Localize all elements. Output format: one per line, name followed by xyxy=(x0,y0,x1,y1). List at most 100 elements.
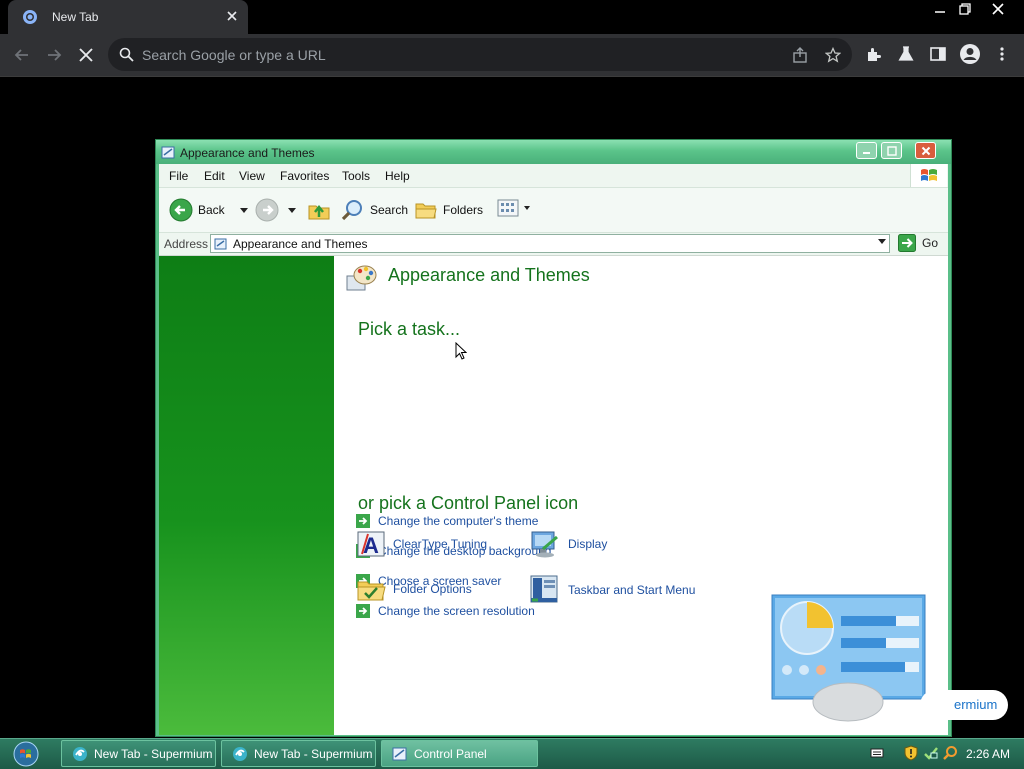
control-panel-title-icon xyxy=(161,145,176,160)
folders-icon xyxy=(414,198,438,222)
bookmark-star-icon[interactable] xyxy=(825,47,841,63)
folder-options-item[interactable]: Folder Options xyxy=(356,574,472,604)
task-label: Change the computer's theme xyxy=(378,514,539,528)
browser-tab[interactable]: New Tab xyxy=(8,0,248,34)
search-label: Search xyxy=(370,203,409,217)
task-arrow-icon xyxy=(356,514,370,528)
task-arrow-icon xyxy=(356,604,370,618)
views-dropdown-icon xyxy=(524,206,530,210)
taskbar-clock: 2:26 AM xyxy=(966,747,1011,761)
mouse-cursor-icon xyxy=(455,342,467,360)
browser-popup[interactable]: ermium xyxy=(920,690,1008,720)
security-shield-tray-icon[interactable] xyxy=(904,745,918,761)
address-value: Appearance and Themes xyxy=(233,237,368,251)
extensions-icon[interactable] xyxy=(865,45,883,63)
windows-logo-icon xyxy=(910,164,947,187)
forward-arrow-gray-icon xyxy=(255,198,279,222)
labs-flask-icon[interactable] xyxy=(897,45,915,63)
share-icon[interactable] xyxy=(792,47,808,63)
forward-button[interactable] xyxy=(255,198,296,222)
back-arrow-icon[interactable] xyxy=(12,45,32,65)
browser-close-button[interactable] xyxy=(983,0,1013,18)
up-folder-icon xyxy=(307,198,331,222)
cleartype-icon: A xyxy=(356,529,386,559)
cleartype-tuning-item[interactable]: A ClearType Tuning xyxy=(356,529,487,559)
supermium-icon xyxy=(72,746,88,762)
omnibox[interactable]: Search Google or type a URL xyxy=(108,38,852,71)
search-tray-icon[interactable] xyxy=(942,745,958,761)
magnifier-icon xyxy=(341,198,365,222)
or-pick-heading: or pick a Control Panel icon xyxy=(358,493,579,513)
omnibox-placeholder: Search Google or type a URL xyxy=(142,47,326,63)
up-folder-button[interactable] xyxy=(307,198,331,222)
stop-loading-icon[interactable] xyxy=(76,45,96,65)
views-button[interactable] xyxy=(497,198,530,218)
taskbar-start-menu-icon xyxy=(529,574,561,606)
left-task-pane xyxy=(159,256,334,735)
display-item[interactable]: Display xyxy=(529,529,607,559)
menu-help[interactable]: Help xyxy=(385,169,410,183)
taskbar-button-supermium-1[interactable]: New Tab - Supermium xyxy=(61,740,216,767)
address-label: Address xyxy=(164,237,209,251)
back-label: Back xyxy=(198,203,225,217)
address-field[interactable]: Appearance and Themes xyxy=(210,234,890,253)
pick-task-heading: Pick a task... xyxy=(358,319,461,339)
minimize-button[interactable] xyxy=(856,142,877,159)
menu-edit[interactable]: Edit xyxy=(204,169,225,183)
taskbar-start-menu-label: Taskbar and Start Menu xyxy=(568,583,696,597)
windows-start-orb-icon xyxy=(13,741,39,767)
cleartype-label: ClearType Tuning xyxy=(393,537,488,551)
content-heading: Appearance and Themes xyxy=(388,265,590,285)
tab-strip: New Tab xyxy=(0,0,1024,34)
tab-close-icon[interactable] xyxy=(226,10,238,22)
maximize-button[interactable] xyxy=(881,142,902,159)
taskbar-button-label: New Tab - Supermium xyxy=(254,746,373,761)
more-menu-icon[interactable] xyxy=(995,46,1009,62)
back-arrow-green-icon xyxy=(169,198,193,222)
address-folder-icon xyxy=(214,237,228,251)
task-change-theme-link[interactable]: Change the computer's theme xyxy=(356,514,538,528)
tab-title: New Tab xyxy=(52,10,99,24)
menu-file[interactable]: File xyxy=(169,169,188,183)
address-bar: Address Appearance and Themes Go xyxy=(159,233,948,256)
folder-options-label: Folder Options xyxy=(393,582,472,596)
network-tray-icon[interactable] xyxy=(923,745,939,761)
main-content: Appearance and Themes Pick a task... Cha… xyxy=(334,256,948,735)
appearance-themes-icon xyxy=(344,262,378,296)
forward-dropdown-icon[interactable] xyxy=(288,207,296,213)
side-panel-icon[interactable] xyxy=(929,45,947,63)
go-button[interactable]: Go xyxy=(898,234,938,252)
popup-text: ermium xyxy=(954,697,998,712)
search-button[interactable]: Search xyxy=(341,198,408,222)
task-change-screen-resolution[interactable]: Change the screen resolution xyxy=(356,604,535,618)
folder-options-icon xyxy=(356,574,386,604)
taskbar: New Tab - Supermium New Tab - Supermium … xyxy=(0,738,1024,769)
keyboard-tray-icon[interactable] xyxy=(870,746,884,760)
search-icon xyxy=(119,47,134,62)
forward-arrow-icon[interactable] xyxy=(44,45,64,65)
start-button[interactable] xyxy=(6,741,46,767)
menu-view[interactable]: View xyxy=(239,169,265,183)
taskbar-button-control-panel[interactable]: Control Panel xyxy=(381,740,538,767)
close-button[interactable] xyxy=(915,142,936,159)
taskbar-button-supermium-2[interactable]: New Tab - Supermium xyxy=(221,740,376,767)
supermium-icon xyxy=(232,746,248,762)
taskbar-start-menu-item[interactable]: Taskbar and Start Menu xyxy=(529,574,695,606)
window-title: Appearance and Themes xyxy=(180,146,315,160)
go-label: Go xyxy=(922,236,939,250)
profile-avatar-icon[interactable] xyxy=(959,43,981,65)
task-label: Change the screen resolution xyxy=(378,604,535,618)
back-dropdown-icon[interactable] xyxy=(239,207,248,213)
window-titlebar[interactable]: Appearance and Themes xyxy=(156,140,951,164)
folders-button[interactable]: Folders xyxy=(414,198,483,222)
back-button[interactable]: Back xyxy=(169,198,248,222)
display-icon xyxy=(529,529,561,559)
taskbar-button-label: New Tab - Supermium xyxy=(94,746,213,761)
taskbar-button-label: Control Panel xyxy=(414,746,487,761)
menu-favorites[interactable]: Favorites xyxy=(280,169,329,183)
menu-tools[interactable]: Tools xyxy=(342,169,370,183)
browser-restore-button[interactable] xyxy=(950,0,980,18)
address-dropdown-icon[interactable] xyxy=(878,239,886,244)
views-grid-icon xyxy=(497,198,519,218)
window-body: File Edit View Favorites Tools Help Back xyxy=(159,164,948,735)
